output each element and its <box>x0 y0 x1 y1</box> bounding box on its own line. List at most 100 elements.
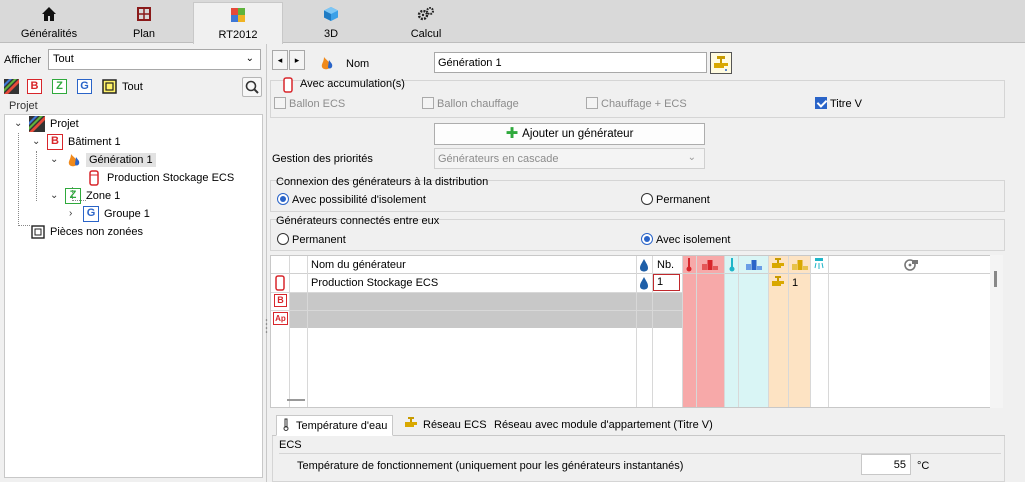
project-panel: Afficher Tout ⌄ B Z G Tout Projet ⌄ Proj… <box>0 44 267 482</box>
expand-icon[interactable]: › <box>69 208 72 219</box>
ballon-icon <box>86 170 102 186</box>
tree-line <box>36 151 37 201</box>
water-drop-icon <box>639 276 649 293</box>
filter-tout-label[interactable]: Tout <box>122 81 143 93</box>
properties-panel: ◂ ▸ Nom Avec accumulation(s) Ballon ECS … <box>268 44 1025 482</box>
tab-3d[interactable]: 3D <box>293 2 369 43</box>
chevron-down-icon: ⌄ <box>687 152 696 163</box>
col-nom-header: Nom du générateur <box>311 259 406 271</box>
collapse-icon[interactable]: ⌄ <box>50 154 58 165</box>
plus-icon: ✚ <box>505 125 519 142</box>
thermometer-icon <box>283 418 289 431</box>
pieces-icon <box>31 225 45 239</box>
add-generator-button[interactable]: ✚ Ajouter un générateur <box>434 123 705 145</box>
tap-icon <box>405 417 417 427</box>
generation-icon <box>65 152 81 168</box>
row-batiment-badge: B <box>274 294 287 307</box>
nom-input[interactable] <box>434 52 707 73</box>
table-row-empty[interactable] <box>271 310 682 328</box>
ballon-icon <box>274 275 286 294</box>
tab-plan[interactable]: Plan <box>106 2 182 43</box>
table-row-empty[interactable] <box>271 292 682 310</box>
tree-header: Projet <box>9 100 38 112</box>
ecs-title: ECS <box>279 439 302 451</box>
tab-reseau-titre-v[interactable]: Réseau avec module d'appartement (Titre … <box>489 415 718 436</box>
connexion-title: Connexion des générateurs à la distribut… <box>276 176 489 188</box>
batiment-icon: B <box>47 134 63 151</box>
tree-line <box>18 225 30 226</box>
connexion-permanent-radio[interactable]: Permanent <box>641 193 710 206</box>
collapse-icon[interactable]: ⌄ <box>14 118 22 129</box>
generation-icon <box>318 55 334 74</box>
tree-filters: B Z G Tout <box>4 77 262 97</box>
row1-nb-input[interactable]: 1 <box>653 274 680 291</box>
tab-reseau-ecs[interactable]: Réseau ECS <box>398 415 492 436</box>
tab-rt2012[interactable]: RT2012 <box>193 2 283 44</box>
cyan-column <box>738 256 768 407</box>
tap-button[interactable] <box>710 52 732 74</box>
thermometer-cyan-icon <box>728 257 736 275</box>
pink-column <box>682 256 696 407</box>
tree-node-batiment[interactable]: B Bâtiment 1 <box>47 133 121 151</box>
ballon-icon <box>282 77 294 96</box>
next-button[interactable]: ▸ <box>289 50 305 70</box>
tree-node-generation[interactable]: Génération 1 <box>65 151 156 169</box>
filter-z-button[interactable]: Z <box>52 79 67 94</box>
search-button[interactable] <box>242 77 262 97</box>
connectes-title: Générateurs connectés entre eux <box>276 215 440 227</box>
connexion-isolement-radio[interactable]: Avec possibilité d'isolement <box>277 193 426 206</box>
groupe-icon: G <box>83 206 99 223</box>
tap-icon <box>714 56 728 71</box>
grid-scrollbar[interactable] <box>990 255 1003 408</box>
collapse-icon[interactable]: ⌄ <box>32 136 40 147</box>
tree-line <box>18 133 19 226</box>
row-appartement-badge: Ap <box>273 312 288 325</box>
row1-tap-count[interactable]: 1 <box>792 277 798 289</box>
chauffage-ecs-checkbox[interactable]: Chauffage + ECS <box>586 97 687 110</box>
afficher-select[interactable]: Tout ⌄ <box>48 49 261 70</box>
afficher-label: Afficher <box>4 54 42 66</box>
rt2012-icon <box>194 7 282 29</box>
temp-label: Température de fonctionnement (uniquemen… <box>297 460 684 472</box>
pieces-filter-icon[interactable] <box>102 79 117 94</box>
cyan-column <box>724 256 738 407</box>
tree-node-projet[interactable]: Projet <box>29 115 79 133</box>
temp-input[interactable]: 55 <box>861 454 911 475</box>
ballon-chauffage-checkbox[interactable]: Ballon chauffage <box>422 97 519 110</box>
row1-name[interactable]: Production Stockage ECS <box>311 277 438 289</box>
home-icon <box>10 6 88 28</box>
connectes-permanent-radio[interactable]: Permanent <box>277 233 346 246</box>
cube-icon <box>293 6 369 28</box>
rank-blue-icon <box>745 257 763 274</box>
plan-icon <box>106 6 182 28</box>
tree-node-pieces[interactable]: Pièces non zonées <box>31 223 143 241</box>
tab-calcul[interactable]: Calcul <box>388 2 464 43</box>
titre-v-checkbox[interactable]: Titre V <box>815 97 862 110</box>
col-nb-header: Nb. <box>657 259 675 271</box>
tree-node-production[interactable]: Production Stockage ECS <box>86 169 234 187</box>
prev-button[interactable]: ◂ <box>272 50 288 70</box>
rank-yellow-icon <box>791 257 809 274</box>
grid-resize-handle[interactable] <box>287 399 305 401</box>
tap-icon <box>770 275 786 293</box>
tree-node-zone[interactable]: Z Zone 1 <box>65 187 120 205</box>
rank-red-icon <box>701 257 719 274</box>
search-icon <box>245 80 259 94</box>
thermometer-red-icon <box>685 257 693 275</box>
ballon-ecs-checkbox[interactable]: Ballon ECS <box>274 97 345 110</box>
tree-node-groupe[interactable]: G Groupe 1 <box>83 205 150 223</box>
collapse-icon[interactable]: ⌄ <box>50 190 58 201</box>
temp-unit: °C <box>917 460 930 472</box>
pump-icon <box>903 258 919 275</box>
gears-icon <box>388 6 464 28</box>
multicolor-filter-icon[interactable] <box>4 79 19 94</box>
pink-column <box>696 256 724 407</box>
tab-temperature-eau[interactable]: Température d'eau <box>276 415 394 436</box>
tab-generalites[interactable]: Généralités <box>10 2 88 43</box>
connectes-isolement-radio[interactable]: Avec isolement <box>641 233 730 246</box>
priorites-select[interactable]: Générateurs en cascade ⌄ <box>434 148 705 169</box>
accumulation-title: Avec accumulation(s) <box>300 78 405 90</box>
filter-b-button[interactable]: B <box>27 79 42 94</box>
filter-g-button[interactable]: G <box>77 79 92 94</box>
nom-label: Nom <box>346 58 370 70</box>
